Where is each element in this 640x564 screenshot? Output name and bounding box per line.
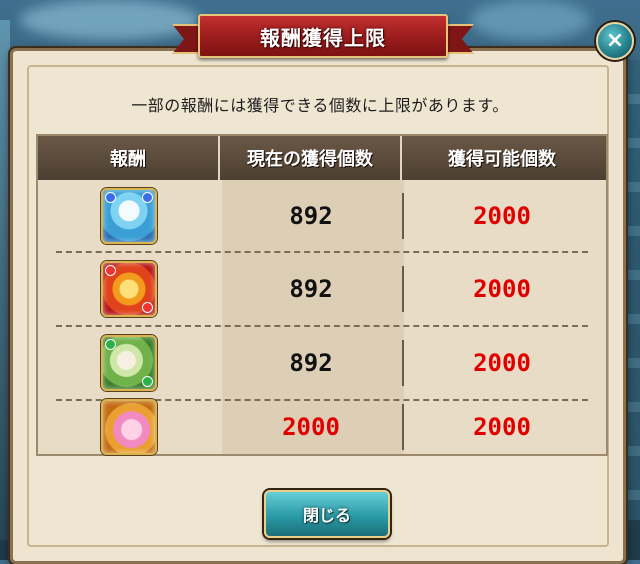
table-row: 892 2000 (38, 327, 606, 399)
red-sunflower-lion-icon[interactable] (101, 261, 157, 317)
header-reward: 報酬 (38, 136, 220, 180)
column-divider (402, 266, 404, 312)
current-count-cell: 2000 (220, 401, 402, 453)
column-divider (402, 193, 404, 239)
current-count-cell: 892 (220, 253, 402, 325)
header-max-count: 獲得可能個数 (448, 149, 556, 170)
close-button[interactable]: 閉じる (264, 490, 390, 538)
max-count: 2000 (473, 413, 531, 441)
table-row: 892 2000 (38, 180, 606, 252)
title-ribbon: 報酬獲得上限 (172, 14, 468, 58)
reward-table: 報酬 現在の獲得個数 獲得可能個数 892 2000 892 2000 892 … (36, 134, 608, 456)
header-current-count: 現在の獲得個数 (220, 136, 402, 180)
background-blur (20, 0, 200, 40)
pink-pufferfish-icon[interactable] (101, 399, 157, 455)
close-button-label: 閉じる (302, 506, 351, 525)
limit-message: 一部の報酬には獲得できる個数に上限があります。 (131, 96, 509, 115)
max-count-cell: 2000 (402, 401, 602, 453)
attribute-orb-icon (142, 376, 153, 387)
max-count-cell: 2000 (402, 253, 602, 325)
table-row: 892 2000 (38, 253, 606, 325)
close-icon-button[interactable]: × (596, 22, 634, 60)
table-header: 報酬 現在の獲得個数 獲得可能個数 (38, 136, 606, 180)
max-count: 2000 (473, 349, 531, 377)
current-count-cell: 892 (220, 327, 402, 399)
table-row: 2000 2000 (38, 399, 606, 455)
attribute-orb-icon (142, 302, 153, 313)
attribute-orb-icon (142, 192, 153, 203)
max-count-cell: 2000 (402, 327, 602, 399)
green-bamboo-girl-icon[interactable] (101, 335, 157, 391)
background-blur (470, 0, 590, 40)
blue-water-maiden-icon[interactable] (101, 188, 157, 244)
column-divider (402, 340, 404, 386)
current-count: 2000 (282, 413, 340, 441)
ribbon-body: 報酬獲得上限 (198, 14, 448, 58)
reward-cell (38, 327, 220, 399)
max-count-cell: 2000 (402, 180, 602, 252)
reward-cell (38, 399, 220, 455)
current-count: 892 (289, 275, 333, 303)
reward-cell (38, 180, 220, 252)
current-count-cell: 892 (220, 180, 402, 252)
reward-cell (38, 253, 220, 325)
max-count: 2000 (473, 275, 531, 303)
column-divider (402, 404, 404, 450)
dialog-title: 報酬獲得上限 (260, 25, 386, 50)
max-count: 2000 (473, 202, 531, 230)
attribute-orb-icon (105, 265, 116, 276)
attribute-orb-icon (105, 192, 116, 203)
current-count: 892 (289, 349, 333, 377)
close-icon: × (605, 28, 625, 53)
current-count: 892 (289, 202, 333, 230)
attribute-orb-icon (105, 339, 116, 350)
